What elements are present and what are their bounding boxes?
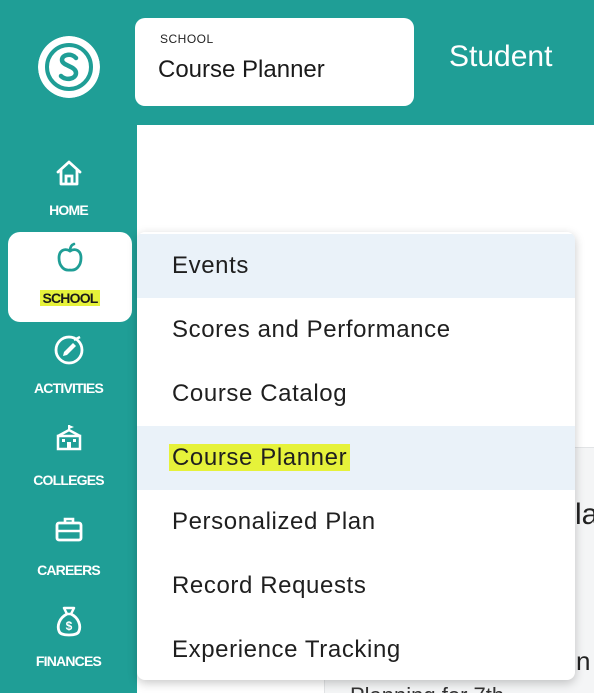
sidebar-item-colleges[interactable]: COLLEGES xyxy=(0,418,137,508)
header-kicker: SCHOOL xyxy=(160,32,214,46)
sidebar-item-careers[interactable]: CAREERS xyxy=(0,508,137,598)
school-dropdown-menu: Events Scores and Performance Course Cat… xyxy=(137,232,575,680)
svg-text:$: $ xyxy=(65,619,72,633)
menu-item-course-catalog[interactable]: Course Catalog xyxy=(137,362,575,426)
sidebar-item-label: COLLEGES xyxy=(33,472,104,488)
menu-item-experience-tracking[interactable]: Experience Tracking xyxy=(137,618,575,680)
page-title: Course Planner xyxy=(158,56,325,83)
menu-item-label: Record Requests xyxy=(172,572,367,599)
menu-item-events[interactable]: Events xyxy=(137,234,575,298)
sidebar-item-label: ACTIVITIES xyxy=(33,380,104,396)
college-building-icon xyxy=(56,425,81,451)
sidebar-item-label: HOME xyxy=(49,202,89,218)
sidebar-item-activities[interactable]: ACTIVITIES xyxy=(0,328,137,418)
menu-item-label: Experience Tracking xyxy=(172,636,401,663)
sidebar-item-home[interactable]: HOME xyxy=(0,148,137,238)
sidebar-item-label: CAREERS xyxy=(37,562,101,578)
menu-item-label: Scores and Performance xyxy=(172,316,451,343)
sidebar-item-label: SCHOOL xyxy=(40,290,100,306)
apple-icon xyxy=(57,242,83,272)
menu-item-record-requests[interactable]: Record Requests xyxy=(137,554,575,618)
logo-icon[interactable] xyxy=(38,36,100,98)
content-heading-partial: la xyxy=(575,498,594,531)
header-title-card: SCHOOL Course Planner xyxy=(135,18,414,106)
content-line-partial: n xyxy=(576,646,591,676)
pencil-circle-icon xyxy=(54,335,83,365)
menu-item-personalized-plan[interactable]: Personalized Plan xyxy=(137,490,575,554)
content-bottom-partial: Planning for 7th xyxy=(350,683,504,693)
menu-item-label: Course Catalog xyxy=(172,380,348,407)
briefcase-icon xyxy=(55,517,82,542)
menu-item-label: Personalized Plan xyxy=(172,508,376,535)
sidebar-item-school[interactable]: SCHOOL xyxy=(8,232,132,322)
menu-item-label: Events xyxy=(172,252,249,279)
sidebar-item-label: FINANCES xyxy=(35,653,102,669)
header-student-text: Student xyxy=(449,40,553,73)
menu-item-scores-and-performance[interactable]: Scores and Performance xyxy=(137,298,575,362)
menu-item-label: Course Planner xyxy=(169,444,351,471)
menu-item-course-planner[interactable]: Course Planner xyxy=(137,426,575,490)
sidebar-item-finances[interactable]: $ FINANCES xyxy=(0,598,137,688)
money-bag-icon: $ xyxy=(56,606,81,637)
home-icon xyxy=(56,160,81,186)
